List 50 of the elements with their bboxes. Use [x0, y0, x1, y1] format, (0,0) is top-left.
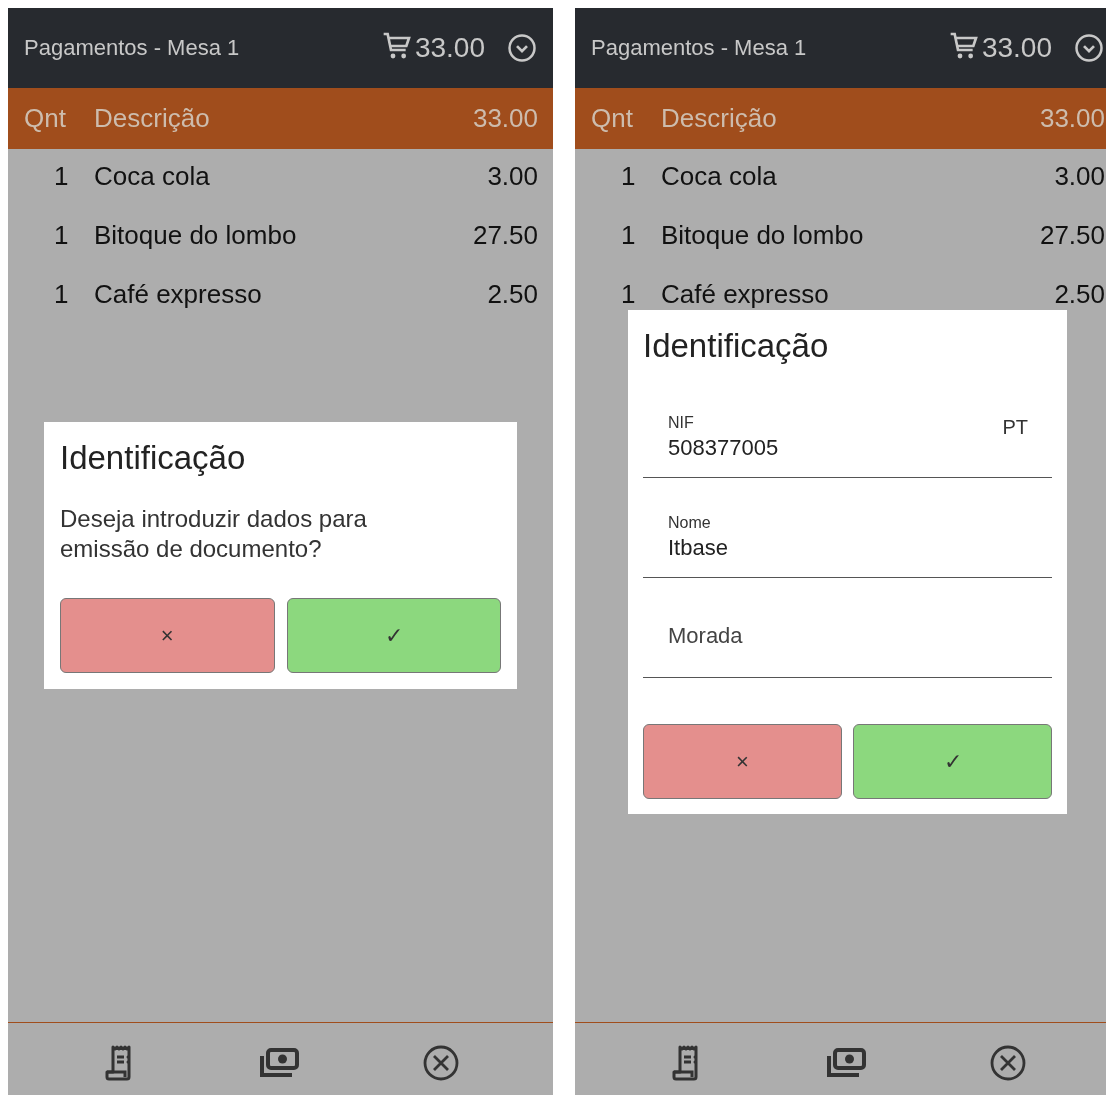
field-value: 508377005 — [668, 434, 779, 462]
close-icon[interactable] — [990, 1045, 1026, 1081]
confirm-button[interactable]: ✓ — [853, 724, 1052, 799]
cash-icon[interactable] — [826, 1048, 866, 1078]
dialog-title: Identificação — [643, 326, 830, 366]
item-price: 2.50 — [1054, 279, 1106, 310]
order-total: 33.00 — [1039, 103, 1106, 134]
address-field[interactable]: Morada — [643, 594, 1052, 678]
dialog-message: Deseja introduzir dados para emissão de documento? — [60, 504, 368, 564]
field-value: Itbase — [668, 534, 728, 562]
item-quantity: 1 — [53, 220, 70, 251]
item-quantity: 1 — [620, 220, 637, 251]
item-quantity: 1 — [620, 279, 637, 310]
item-price: 2.50 — [487, 279, 539, 310]
screen-title: Pagamentos - Mesa 1 — [591, 35, 808, 61]
item-quantity: 1 — [53, 279, 70, 310]
input-field[interactable]: Nome Itbase — [643, 494, 1052, 578]
column-header: Qnt — [23, 103, 67, 134]
item-name: Bitoque do lombo — [661, 220, 865, 251]
field-label: NIF — [668, 413, 694, 433]
cash-icon[interactable] — [259, 1048, 299, 1078]
cancel-button[interactable]: × — [60, 598, 275, 673]
item-name: Café expresso — [94, 279, 263, 310]
item-price: 3.00 — [1054, 161, 1106, 192]
input-field[interactable]: NIF 508377005 PT — [643, 394, 1052, 478]
item-quantity: 1 — [620, 161, 637, 192]
chevron-down-icon[interactable] — [1074, 33, 1104, 63]
item-price: 27.50 — [472, 220, 539, 251]
column-header: Qnt — [590, 103, 634, 134]
field-label: Nome — [668, 513, 711, 533]
item-price: 27.50 — [1039, 220, 1106, 251]
item-name: Coca cola — [661, 161, 778, 192]
close-icon[interactable] — [423, 1045, 459, 1081]
cancel-button[interactable]: × — [643, 724, 842, 799]
cart-total: 33.00 — [414, 32, 485, 64]
item-name: Bitoque do lombo — [94, 220, 298, 251]
country-code: PT — [1002, 416, 1028, 439]
screen-title: Pagamentos - Mesa 1 — [24, 35, 241, 61]
chevron-down-icon[interactable] — [507, 33, 537, 63]
cart-total: 33.00 — [981, 32, 1052, 64]
column-header: Descrição — [661, 103, 778, 134]
item-name: Coca cola — [94, 161, 211, 192]
dialog-title: Identificação — [60, 438, 247, 478]
confirm-button[interactable]: ✓ — [286, 598, 501, 673]
item-quantity: 1 — [53, 161, 70, 192]
field-placeholder: Morada — [668, 622, 744, 650]
column-header: Descrição — [94, 103, 211, 134]
item-price: 3.00 — [487, 161, 539, 192]
order-total: 33.00 — [472, 103, 539, 134]
item-name: Café expresso — [661, 279, 830, 310]
